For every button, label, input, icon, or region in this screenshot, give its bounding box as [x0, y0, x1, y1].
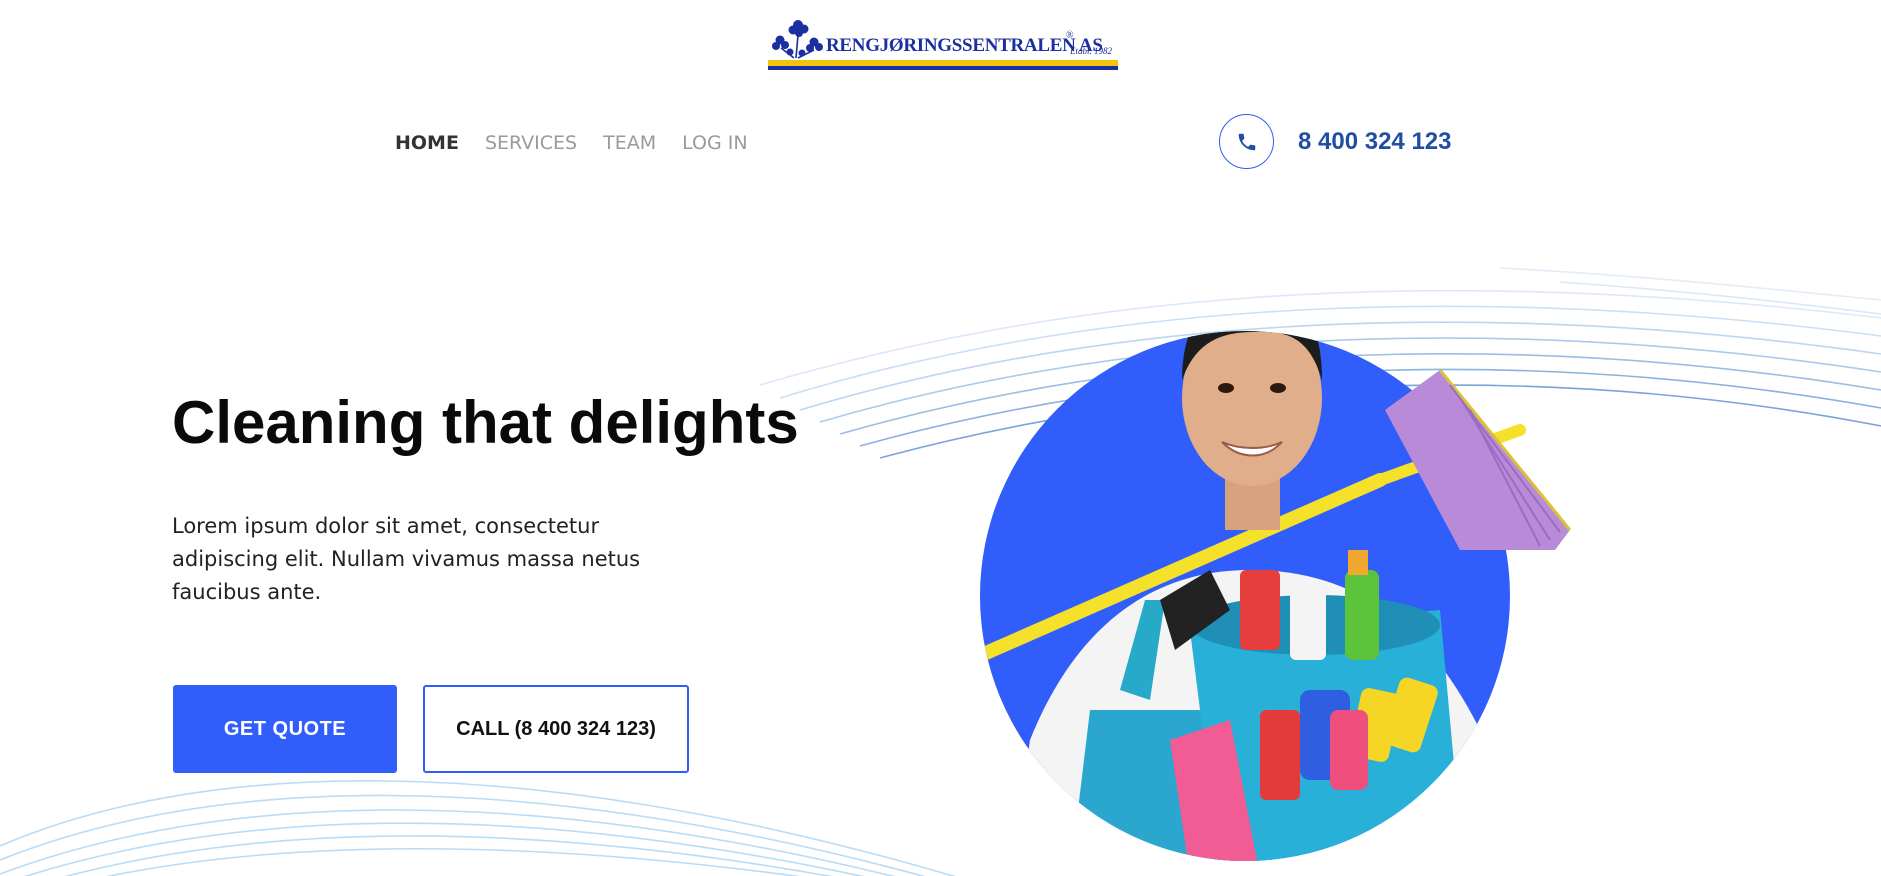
flower-logo-icon [772, 20, 823, 59]
nav-item-services[interactable]: SERVICES [485, 132, 577, 154]
nav-item-team[interactable]: TEAM [603, 132, 656, 154]
get-quote-button[interactable]: GET QUOTE [173, 685, 397, 773]
wave-line [0, 780, 956, 876]
nav-item-home[interactable]: HOME [395, 132, 459, 154]
hero-title: Cleaning that delights [172, 389, 799, 456]
wave-line [64, 835, 834, 876]
phone-call-button[interactable] [1219, 114, 1274, 169]
wave-line [1559, 281, 1881, 315]
logo-blue-bar [768, 66, 1118, 70]
wave-line [105, 847, 802, 876]
header-phone-number[interactable]: 8 400 324 123 [1298, 128, 1451, 156]
phone-icon [1238, 133, 1255, 150]
logo-wordmark: RENGJØRINGSSENTRALEN AS [826, 35, 1103, 56]
registered-mark: ® [1066, 30, 1074, 41]
hero-image [980, 331, 1572, 861]
main-nav: HOME SERVICES TEAM LOG IN [395, 132, 748, 154]
company-logo[interactable]: RENGJØRINGSSENTRALEN AS ® Etabl. 1982 [768, 18, 1118, 70]
call-button[interactable]: CALL (8 400 324 123) [423, 685, 689, 773]
nav-item-log-in[interactable]: LOG IN [682, 132, 747, 154]
wave-line [0, 794, 926, 876]
hero-description: Lorem ipsum dolor sit amet, consectetur … [172, 514, 641, 604]
logo-established: Etabl. 1982 [1070, 46, 1112, 56]
